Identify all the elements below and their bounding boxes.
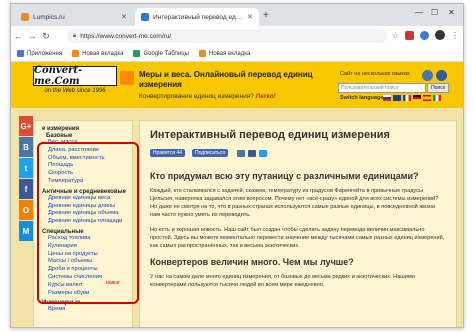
vk-icon[interactable] bbox=[422, 70, 433, 81]
bookmark-new-tab-2[interactable]: Новая вкладка bbox=[198, 50, 251, 57]
page-title: Интерактивный перевод единиц измерения bbox=[150, 129, 390, 141]
logo-text: Convert-me.Com bbox=[33, 65, 117, 87]
paragraph: У нас на самом деле много единиц измерен… bbox=[150, 274, 415, 288]
new-tab-button[interactable]: + bbox=[263, 10, 269, 21]
twitter-mini-icon[interactable] bbox=[258, 149, 267, 157]
section-heading: Кто придумал всю эту путаницу с различны… bbox=[150, 171, 419, 181]
vk-share-icon[interactable]: В bbox=[19, 137, 33, 157]
reload-icon[interactable]: ↻ bbox=[39, 31, 53, 42]
search-button[interactable]: Поиск bbox=[427, 83, 449, 93]
site-header: Convert-me.Com on the Web since 1996 Мер… bbox=[11, 62, 463, 108]
extension-badge-icon[interactable] bbox=[405, 30, 414, 40]
tab-convert-me[interactable]: Интерактивный перевод единиц ✕ bbox=[135, 8, 259, 26]
window-close-icon[interactable]: ✕ bbox=[448, 8, 455, 17]
profile-avatar[interactable] bbox=[435, 30, 445, 40]
share-bar: G+ В t f О М bbox=[19, 116, 33, 242]
bookmark-new-tab[interactable]: Новая вкладка bbox=[72, 50, 123, 57]
lock-icon: 🔒︎ bbox=[73, 32, 77, 39]
site-search-input[interactable]: Пользовательский поиск bbox=[338, 83, 426, 93]
bookmarks-bar: Приложения Новая вкладка Google Таблицы … bbox=[11, 46, 463, 62]
flag-en-icon[interactable] bbox=[393, 95, 401, 101]
bookmark-apps[interactable]: Приложения bbox=[17, 50, 62, 57]
facebook-mini-icon[interactable] bbox=[247, 149, 256, 157]
forward-arrow-icon[interactable]: → bbox=[25, 31, 39, 41]
subtitle-text: Конвертирование единиц измерения? bbox=[139, 93, 256, 100]
site-title: Меры и веса. Онлайновый перевод единиц и… bbox=[139, 70, 313, 89]
page-icon bbox=[198, 50, 206, 57]
vk-mini-icon[interactable] bbox=[236, 149, 245, 157]
sheets-icon bbox=[133, 50, 141, 57]
google-plus-icon[interactable]: G+ bbox=[19, 116, 33, 136]
section-heading: Конвертеров величин много. Чем мы лучше? bbox=[150, 257, 354, 267]
main-article: Интерактивный перевод единиц измерения Н… bbox=[139, 120, 457, 327]
maximize-icon[interactable]: ☐ bbox=[431, 8, 438, 17]
rss-icon bbox=[120, 71, 134, 85]
subscribe-button[interactable]: Подписаться bbox=[192, 149, 228, 157]
close-icon[interactable]: ✕ bbox=[247, 13, 253, 21]
sidebar-heading: е измерения bbox=[42, 126, 80, 132]
browser-window: Lumpics.ru ✕ Интерактивный перевод едини… bbox=[10, 3, 464, 328]
flag-de-icon[interactable] bbox=[413, 95, 421, 101]
extension-icon[interactable] bbox=[420, 30, 429, 40]
star-icon[interactable]: ☆ bbox=[392, 31, 399, 40]
flag-it-icon[interactable] bbox=[433, 95, 441, 101]
bookmark-label: Приложения bbox=[27, 50, 63, 57]
tab-label: Интерактивный перевод единиц bbox=[153, 13, 245, 21]
paragraph: Но есть и хорошая новость. Наш сайт был … bbox=[150, 227, 445, 249]
paragraph: Каждый, кто сталкивался с задачей, скаже… bbox=[150, 188, 439, 218]
subtitle-emphasis: Легко! bbox=[255, 93, 276, 100]
menu-icon[interactable]: ⋮ bbox=[451, 31, 459, 40]
social-actions: Нравится 44 Подписаться bbox=[150, 149, 446, 157]
bookmark-label: Новая вкладка bbox=[208, 50, 251, 57]
site-logo[interactable]: Convert-me.Com on the Web since 1996 bbox=[33, 65, 117, 100]
language-flags bbox=[383, 95, 441, 101]
page-icon bbox=[72, 50, 80, 57]
lumpics-favicon-icon bbox=[21, 13, 29, 21]
sidebar-link[interactable]: Время bbox=[42, 306, 132, 314]
like-button[interactable]: Нравится 44 bbox=[150, 149, 186, 157]
bookmark-label: Новая вкладка bbox=[82, 50, 124, 57]
flag-fr-icon[interactable] bbox=[403, 95, 411, 101]
address-toolbar: ← → ↻ 🔒︎ https://www.convert-me.com/ru/ … bbox=[11, 26, 463, 46]
mail-ru-icon[interactable]: М bbox=[19, 221, 33, 241]
highlight-frame bbox=[37, 142, 139, 304]
address-bar[interactable]: 🔒︎ https://www.convert-me.com/ru/ bbox=[67, 29, 387, 43]
switch-language-label: Switch language: bbox=[340, 95, 386, 101]
tab-label: Lumpics.ru bbox=[33, 13, 65, 21]
close-icon[interactable]: ✕ bbox=[121, 13, 127, 21]
bookmark-google-sheets[interactable]: Google Таблицы bbox=[133, 50, 189, 57]
back-arrow-icon[interactable]: ← bbox=[11, 31, 25, 41]
apps-grid-icon bbox=[17, 50, 24, 57]
twitter-icon[interactable]: t bbox=[19, 158, 33, 178]
bookmark-label: Google Таблицы bbox=[143, 50, 189, 57]
tab-strip: Lumpics.ru ✕ Интерактивный перевод едини… bbox=[11, 4, 463, 26]
site-subtitle: Конвертирование единиц измерения? Легко! bbox=[139, 93, 276, 100]
flag-es-icon[interactable] bbox=[423, 95, 431, 101]
facebook-icon[interactable] bbox=[436, 70, 447, 81]
flag-ru-icon[interactable] bbox=[383, 95, 391, 101]
facebook-share-icon[interactable]: f bbox=[19, 179, 33, 199]
minimize-icon[interactable]: — bbox=[415, 8, 423, 17]
url-text: https://www.convert-me.com/ru/ bbox=[80, 32, 172, 40]
logo-tagline: on the Web since 1996 bbox=[44, 88, 106, 94]
page-content: G+ В t f О М е измерения Базовые Вес, ма… bbox=[11, 108, 463, 327]
convert-me-favicon-icon bbox=[141, 13, 149, 21]
language-label: Сайт на нескольких языках bbox=[340, 71, 410, 77]
tab-lumpics[interactable]: Lumpics.ru ✕ bbox=[15, 8, 133, 26]
odnoklassniki-icon[interactable]: О bbox=[19, 200, 33, 220]
